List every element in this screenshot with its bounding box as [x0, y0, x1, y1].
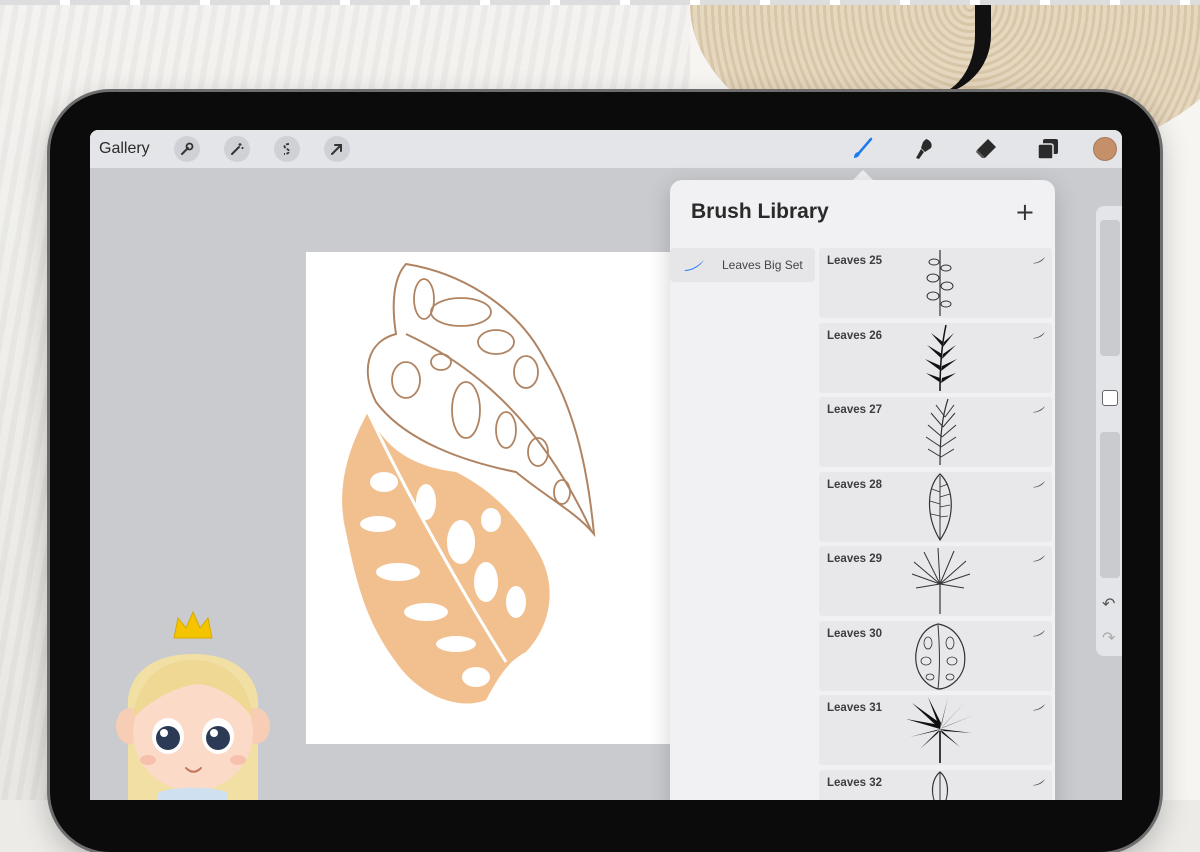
selection-icon[interactable] [273, 136, 300, 162]
brush-library-panel: Brush Library + Leaves Big Set Leaves 25… [670, 180, 1055, 800]
brush-name: Leaves 28 [827, 478, 882, 491]
eraser-icon[interactable] [969, 132, 1003, 166]
leaf-preview [931, 770, 949, 800]
brush-stroke-icon [1033, 406, 1045, 413]
brush-stroke-icon [1033, 555, 1045, 562]
black-fan-palm-preview [906, 697, 974, 763]
fan-palm-preview [911, 547, 971, 614]
gallery-button[interactable]: Gallery [99, 140, 150, 158]
brush-name: Leaves 25 [827, 255, 882, 267]
brush-row[interactable]: Leaves 30 [819, 620, 1052, 691]
magic-wand-icon[interactable] [223, 136, 250, 162]
brush-set-list: Leaves Big Set [670, 248, 815, 282]
transform-arrow-icon[interactable] [323, 136, 350, 162]
brush-stroke-icon [1033, 778, 1045, 785]
brush-stroke-icon [684, 260, 704, 271]
brush-list: Leaves 25 Leaves 26 Leaves 27 Leaves 28 … [819, 248, 1052, 800]
panel-caret [853, 170, 873, 180]
redo-button[interactable]: ↷ [1102, 628, 1115, 648]
smudge-icon[interactable] [907, 132, 941, 166]
brush-stroke-icon [1033, 331, 1045, 338]
right-tool-group [845, 130, 1122, 168]
brush-row[interactable]: Leaves 32 [819, 769, 1052, 800]
add-brush-button[interactable]: + [1015, 198, 1035, 226]
panel-title: Brush Library [691, 200, 829, 223]
brush-row[interactable]: Leaves 29 [819, 546, 1052, 616]
brush-row[interactable]: Leaves 26 [819, 322, 1052, 393]
brush-row[interactable]: Leaves 28 [819, 471, 1052, 542]
brush-stroke-icon [1033, 480, 1045, 487]
undo-button[interactable]: ↶ [1102, 594, 1115, 614]
wrench-icon[interactable] [173, 136, 200, 162]
side-slider-rail: ↶ ↷ [1096, 206, 1122, 656]
brush-name: Leaves 29 [827, 553, 882, 565]
palm-frond-preview [925, 398, 957, 466]
brush-name: Leaves 31 [827, 702, 882, 714]
brush-stroke-icon [1033, 629, 1045, 636]
top-strip [0, 0, 1200, 5]
modify-button[interactable] [1102, 390, 1118, 406]
brush-name: Leaves 26 [827, 329, 882, 342]
monstera-preview [915, 622, 966, 690]
brush-name: Leaves 32 [827, 776, 882, 789]
brush-set-label: Leaves Big Set [722, 258, 803, 272]
princess-character [116, 610, 270, 800]
brush-row[interactable]: Leaves 27 [819, 397, 1052, 467]
top-toolbar: Gallery [90, 130, 1122, 168]
brush-row[interactable]: Leaves 25 [819, 248, 1052, 318]
brush-row[interactable]: Leaves 31 [819, 695, 1052, 765]
brush-size-slider[interactable] [1100, 220, 1120, 356]
brush-name: Leaves 27 [827, 404, 882, 416]
banana-leaf-preview [929, 472, 952, 541]
color-swatch[interactable] [1093, 137, 1117, 161]
brush-stroke-icon [1033, 704, 1045, 711]
layers-icon[interactable] [1031, 132, 1065, 166]
eucalyptus-preview [926, 250, 954, 316]
brush-set-item[interactable]: Leaves Big Set [670, 248, 815, 282]
fern-preview [925, 324, 957, 391]
brush-stroke-icon [1033, 257, 1045, 264]
brush-icon[interactable] [845, 132, 879, 166]
brush-name: Leaves 30 [827, 627, 882, 640]
opacity-slider[interactable] [1100, 432, 1120, 578]
